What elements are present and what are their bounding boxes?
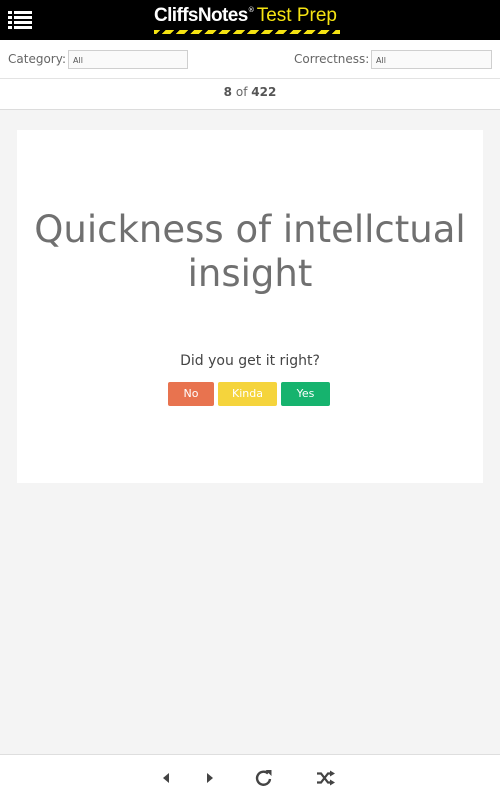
card-navigation-bar xyxy=(0,754,500,801)
previous-button[interactable] xyxy=(155,767,177,789)
logo-stripe xyxy=(154,30,340,34)
logo-brand: CliffsNotes xyxy=(154,5,248,26)
card-counter: 8 of 422 xyxy=(0,79,500,110)
refresh-button[interactable] xyxy=(253,767,275,789)
correctness-select[interactable]: All xyxy=(371,50,492,69)
kinda-button[interactable]: Kinda xyxy=(218,382,277,406)
filter-bar: Category: All Correctness: All xyxy=(0,40,500,79)
counter-of: of xyxy=(235,85,248,99)
category-label: Category: xyxy=(8,52,66,66)
flashcard[interactable]: Quickness of intellctual insight Did you… xyxy=(17,130,483,483)
logo-product: Test Prep xyxy=(256,5,337,26)
correctness-label: Correctness: xyxy=(294,52,370,66)
counter-current: 8 xyxy=(223,85,233,99)
refresh-icon xyxy=(255,770,272,786)
app-header: CliffsNotes® Test Prep xyxy=(0,0,500,40)
counter-total: 422 xyxy=(251,85,277,99)
hamburger-list-icon xyxy=(8,11,32,29)
shuffle-button[interactable] xyxy=(315,767,337,789)
yes-button[interactable]: Yes xyxy=(281,382,330,406)
no-button[interactable]: No xyxy=(168,382,214,406)
logo-registered-mark: ® xyxy=(247,6,255,14)
previous-icon xyxy=(163,773,169,783)
next-icon xyxy=(207,773,213,783)
shuffle-icon xyxy=(317,770,335,786)
next-button[interactable] xyxy=(199,767,221,789)
self-assessment-prompt: Did you get it right? xyxy=(180,353,320,369)
menu-button[interactable] xyxy=(8,10,32,30)
flashcard-term: Quickness of intellctual insight xyxy=(34,208,466,295)
app-logo: CliffsNotes® Test Prep xyxy=(154,5,340,35)
category-select[interactable]: All xyxy=(68,50,188,69)
